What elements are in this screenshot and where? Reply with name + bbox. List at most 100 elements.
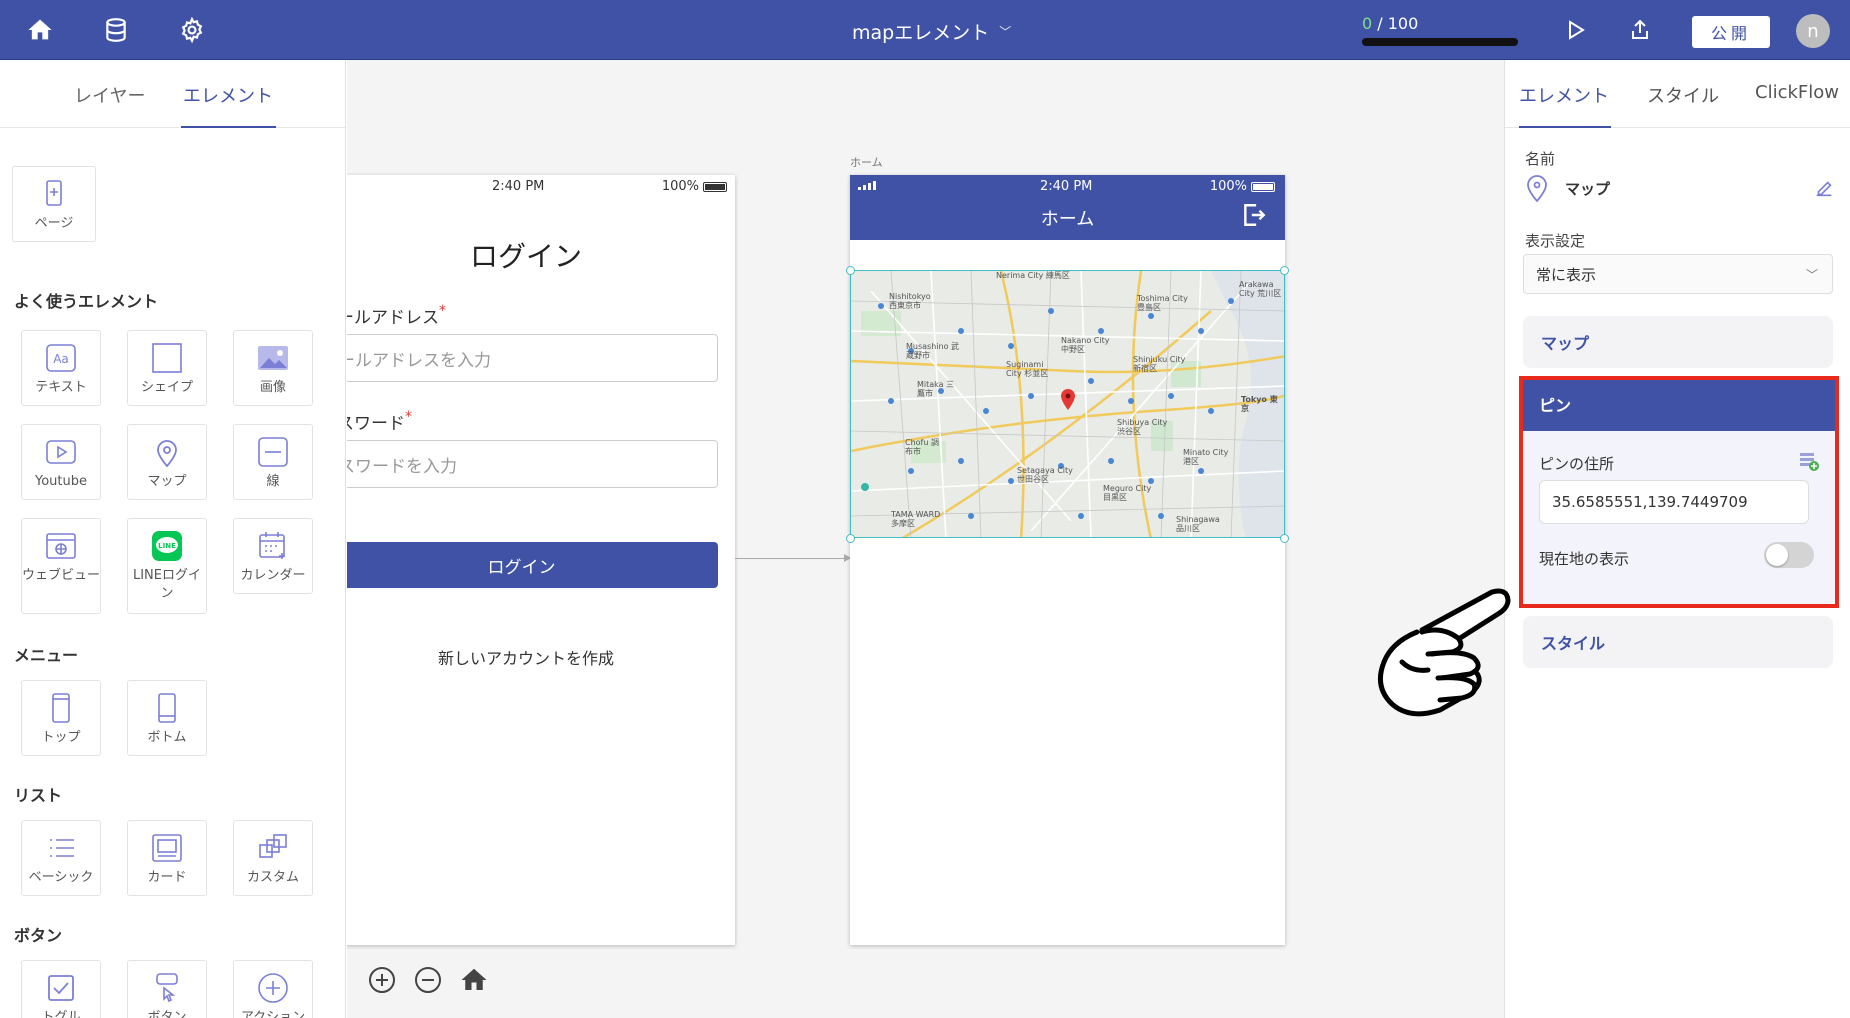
- element-image[interactable]: 画像: [233, 330, 313, 406]
- logout-icon[interactable]: [1241, 202, 1267, 228]
- map-marker-icon[interactable]: [1060, 388, 1076, 410]
- required-mark: *: [439, 303, 446, 319]
- password-label-text: スワード: [347, 414, 405, 434]
- name-value: マップ: [1565, 179, 1611, 198]
- section-menu: メニュー: [14, 646, 79, 665]
- svg-text:LINE: LINE: [158, 542, 176, 550]
- display-select-value: 常に表示: [1536, 265, 1597, 284]
- tab-elements[interactable]: エレメント: [183, 82, 273, 108]
- resize-handle[interactable]: [846, 266, 855, 275]
- element-custom-list[interactable]: カスタム: [233, 820, 313, 896]
- text-icon: Aa: [46, 344, 76, 372]
- create-account-link[interactable]: 新しいアカウントを作成: [347, 645, 735, 669]
- password-label: スワード*: [347, 409, 412, 434]
- element-action[interactable]: アクション: [233, 960, 313, 1018]
- signal-icon: [858, 181, 876, 190]
- resize-handle[interactable]: [1280, 534, 1289, 543]
- login-screen[interactable]: 2:40 PM 100% ログイン ールアドレス* ールアドレスを入力 スワード…: [347, 175, 735, 945]
- element-label: シェイプ: [140, 380, 193, 395]
- element-map[interactable]: マップ: [127, 424, 207, 500]
- element-label: ページ: [34, 216, 74, 231]
- play-icon[interactable]: [1560, 14, 1592, 46]
- tab-layers[interactable]: レイヤー: [74, 82, 145, 108]
- tab-clickflow[interactable]: ClickFlow: [1755, 82, 1839, 103]
- pin-section-header[interactable]: ピン: [1521, 376, 1836, 431]
- document-title: mapエレメント: [852, 22, 990, 44]
- design-canvas[interactable]: 2:40 PM 100% ログイン ールアドレス* ールアドレスを入力 スワード…: [347, 60, 1504, 1018]
- element-toggle[interactable]: トグル: [21, 960, 101, 1018]
- element-page[interactable]: ページ: [12, 166, 96, 242]
- email-label-text: ールアドレス: [347, 308, 439, 328]
- display-label: 表示設定: [1525, 232, 1586, 250]
- pointing-hand-icon: [1377, 588, 1511, 717]
- pencil-icon[interactable]: [1813, 177, 1835, 199]
- email-field[interactable]: ールアドレスを入力: [347, 334, 718, 382]
- element-label: テキスト: [35, 380, 87, 395]
- chevron-down-icon: ﹀: [999, 25, 1012, 39]
- checkbox-icon: [48, 975, 74, 1001]
- element-youtube[interactable]: Youtube: [21, 424, 101, 500]
- element-basic-list[interactable]: ベーシック: [21, 820, 101, 896]
- login-title: ログイン: [469, 240, 582, 273]
- login-button[interactable]: ログイン: [347, 542, 718, 588]
- map-label: TAMA WARD 多摩区: [891, 510, 941, 528]
- element-line-login[interactable]: LINE LINEログイン: [127, 518, 207, 614]
- element-text[interactable]: Aa テキスト: [21, 330, 101, 406]
- style-section-header[interactable]: スタイル: [1523, 616, 1833, 668]
- element-card-list[interactable]: カード: [127, 820, 207, 896]
- tab-element[interactable]: エレメント: [1519, 82, 1609, 108]
- document-title-dropdown[interactable]: mapエレメント ﹀: [852, 18, 1011, 45]
- home-view-icon[interactable]: [459, 965, 489, 995]
- map-label: Shinjuku City 新宿区: [1133, 355, 1186, 373]
- map-section-header[interactable]: マップ: [1523, 316, 1833, 368]
- element-label: ボトム: [147, 730, 187, 745]
- gear-icon[interactable]: [176, 14, 208, 46]
- chevron-down-icon: ﹀: [1805, 268, 1818, 282]
- resize-handle[interactable]: [1280, 266, 1289, 275]
- right-tabs: エレメント スタイル ClickFlow: [1505, 60, 1850, 128]
- password-field[interactable]: スワードを入力: [347, 440, 718, 488]
- button-icon: [156, 973, 178, 1003]
- video-icon: [46, 440, 76, 464]
- zoom-in-icon[interactable]: [367, 965, 397, 995]
- element-label: アクション: [240, 1010, 306, 1018]
- database-add-icon[interactable]: [1798, 450, 1820, 472]
- pin-address-input[interactable]: 35.6585551,139.7449709: [1539, 480, 1809, 524]
- publish-button[interactable]: 公開: [1692, 16, 1770, 48]
- status-battery: 100%: [1210, 179, 1275, 194]
- map-label: Nerima City 練馬区: [996, 271, 1070, 280]
- tab-style[interactable]: スタイル: [1647, 82, 1719, 108]
- map-label: Shinagawa 品川区: [1176, 515, 1220, 533]
- map-pin-icon: [157, 440, 177, 468]
- element-shape[interactable]: シェイプ: [127, 330, 207, 406]
- element-top-menu[interactable]: トップ: [21, 680, 101, 756]
- element-line[interactable]: 線: [233, 424, 313, 500]
- plus-circle-icon: [258, 973, 288, 1003]
- quota-total: / 100: [1372, 14, 1419, 33]
- current-location-toggle[interactable]: [1764, 542, 1814, 568]
- share-icon[interactable]: [1624, 14, 1656, 46]
- battery-text: 100%: [1209, 179, 1247, 194]
- display-select[interactable]: 常に表示 ﹀: [1523, 254, 1833, 294]
- quota-counter: 0 / 100: [1362, 14, 1418, 33]
- database-icon[interactable]: [100, 14, 132, 46]
- element-label: 線: [266, 474, 280, 489]
- avatar[interactable]: n: [1796, 14, 1830, 48]
- screen-label: ホーム: [850, 156, 883, 169]
- zoom-out-icon[interactable]: [413, 965, 443, 995]
- resize-handle[interactable]: [846, 534, 855, 543]
- map-element[interactable]: Nerima City 練馬区 Nishitokyo 西東京市 Toshima …: [850, 270, 1285, 538]
- section-common: よく使うエレメント: [14, 292, 159, 311]
- image-icon: [258, 346, 288, 370]
- element-button[interactable]: ボタン: [127, 960, 207, 1018]
- map-label: Mitaka 三鷹市: [917, 380, 955, 398]
- element-label: ボタン: [147, 1010, 187, 1018]
- element-bottom-menu[interactable]: ボトム: [127, 680, 207, 756]
- element-label: LINEログイン: [132, 568, 201, 602]
- home-screen[interactable]: 2:40 PM 100% ホーム Nerima City 練馬区 Nishito…: [846, 175, 1289, 945]
- home-icon[interactable]: [24, 14, 56, 46]
- element-calendar[interactable]: カレンダー: [233, 518, 313, 594]
- section-list: リスト: [14, 786, 63, 805]
- element-webview[interactable]: ウェブビュー: [21, 518, 101, 614]
- element-label: カスタム: [246, 870, 299, 885]
